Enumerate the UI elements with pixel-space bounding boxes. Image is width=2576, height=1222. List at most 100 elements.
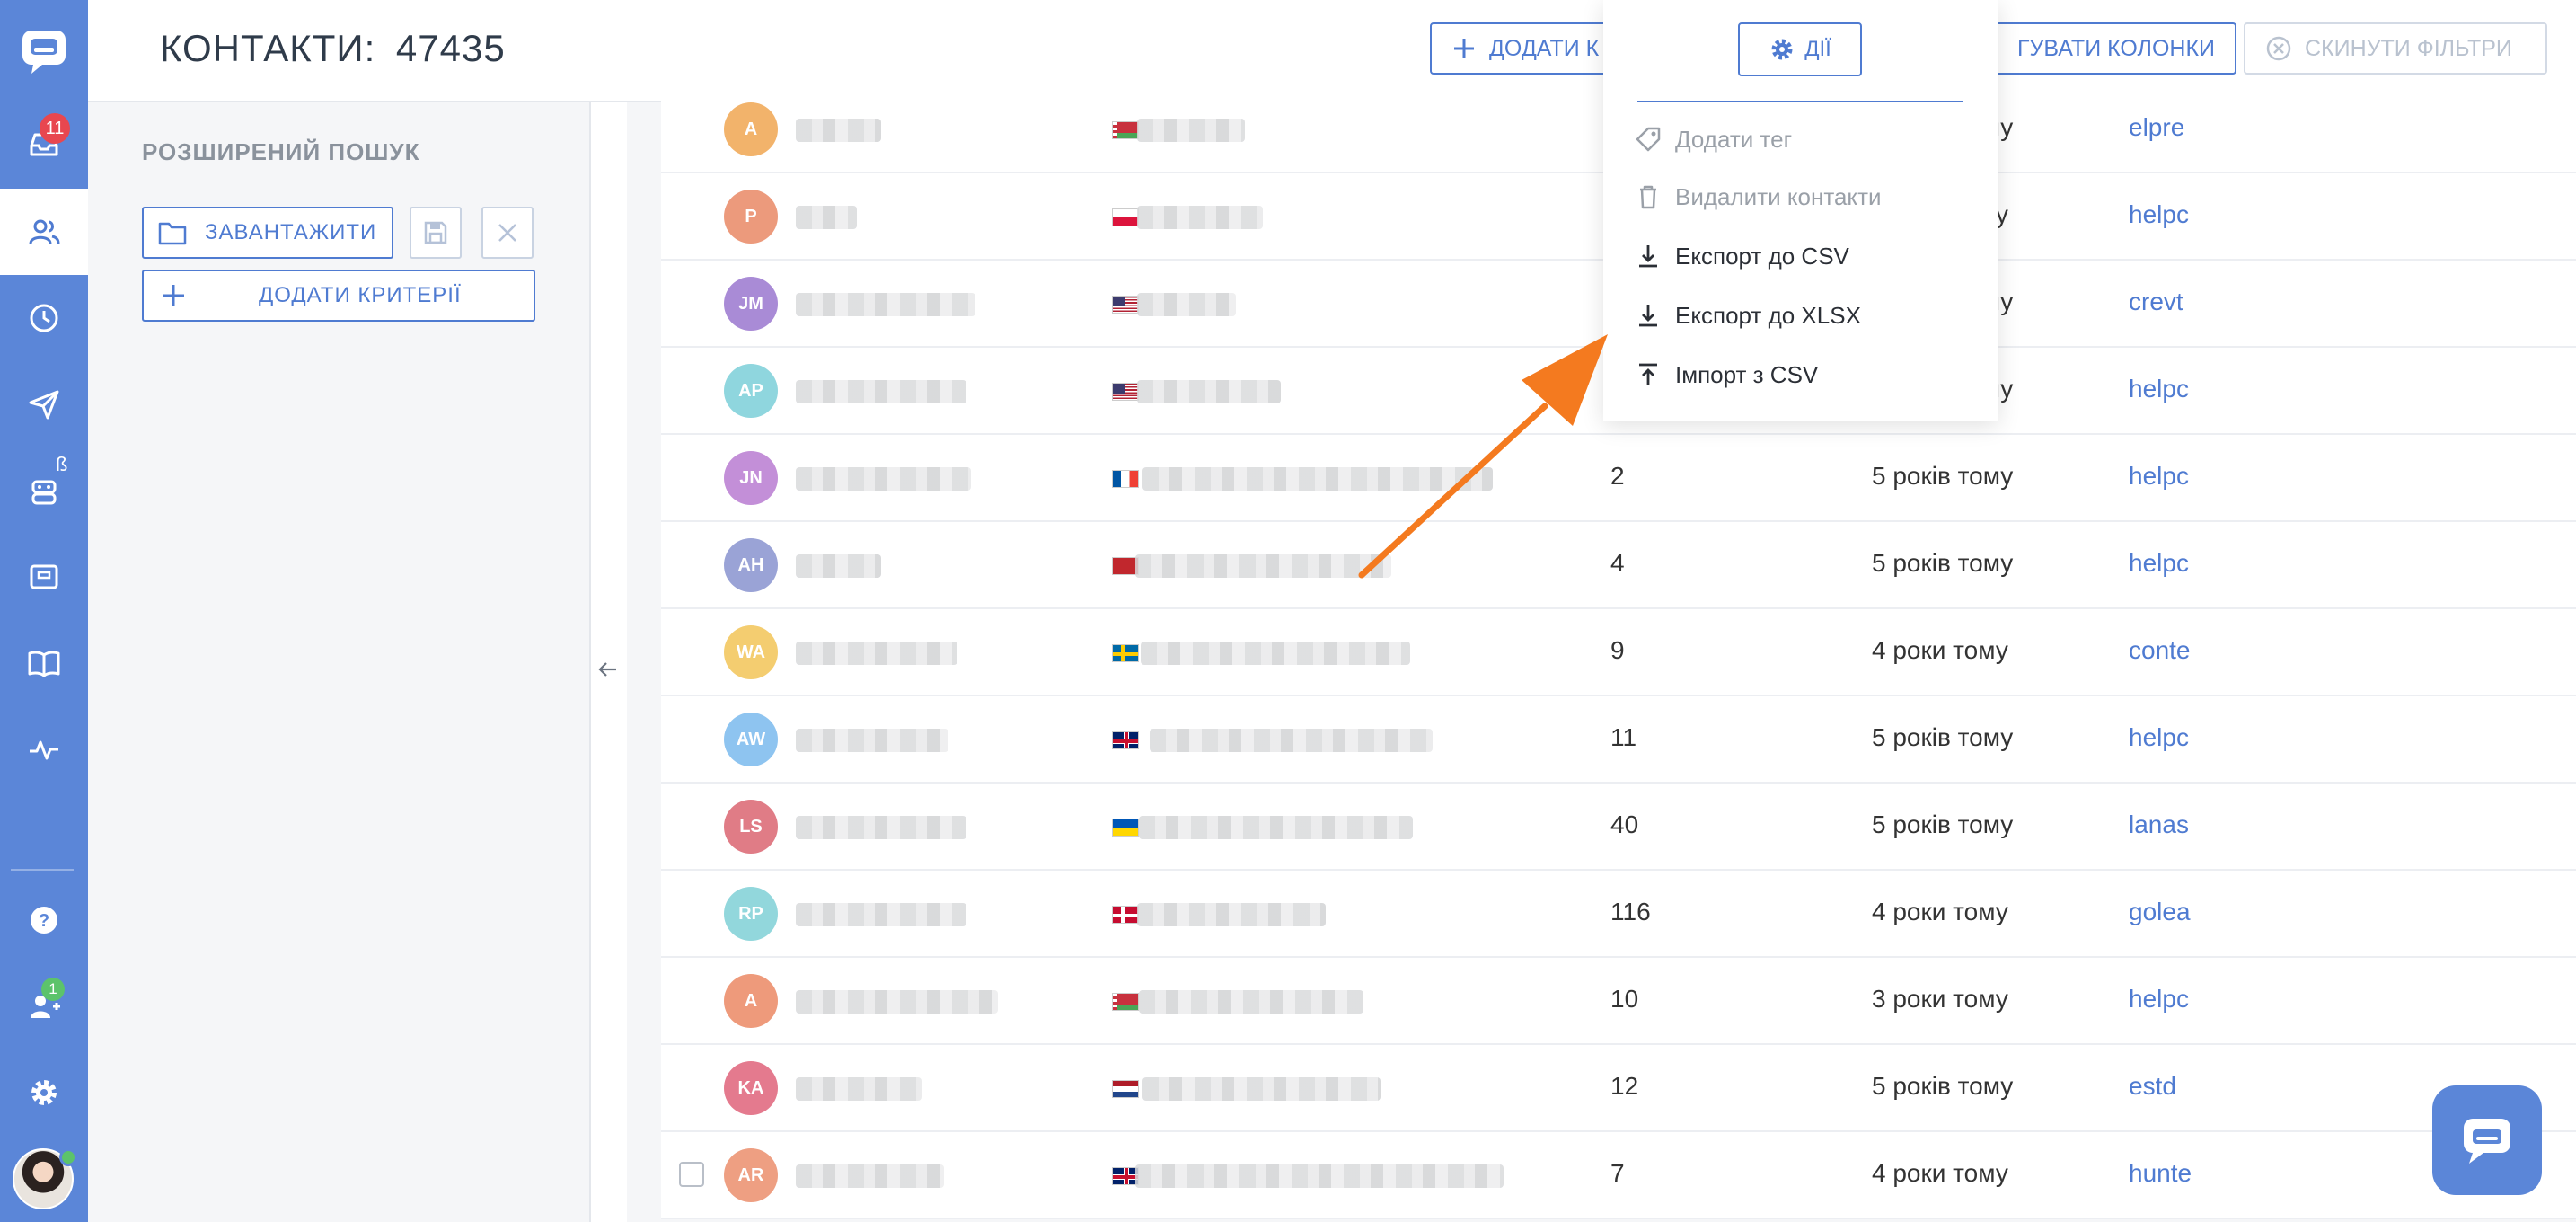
contact-info-redacted	[1137, 293, 1236, 316]
actions-label: ДІЇ	[1804, 37, 1831, 61]
menu-export-xlsx[interactable]: Експорт до XLSX	[1634, 293, 1861, 338]
last-activity: 4 роки тому	[1872, 1159, 2008, 1187]
chat-icon	[2464, 1119, 2510, 1164]
close-circle-icon	[2266, 36, 2291, 61]
menu-import-csv[interactable]: Імпорт з CSV	[1634, 352, 1818, 397]
nav-analytics[interactable]	[0, 706, 88, 793]
menu-delete-contacts-label: Видалити контакти	[1675, 182, 1882, 210]
contact-info-redacted	[1142, 1077, 1381, 1101]
country-flag-icon	[1112, 731, 1139, 749]
country-flag-icon	[1112, 470, 1139, 488]
nav-team[interactable]	[0, 963, 88, 1049]
table-row[interactable]: A 10 3 роки тому helpc	[661, 958, 2576, 1045]
contact-email-link[interactable]: helpc	[2129, 462, 2189, 491]
help-icon: ?	[31, 907, 57, 934]
contact-email-link[interactable]: golea	[2129, 898, 2191, 926]
save-filter-button[interactable]	[410, 207, 462, 259]
actions-button[interactable]: ДІЇ	[1738, 22, 1862, 76]
nav-broadcasts[interactable]	[0, 361, 88, 447]
table-row[interactable]: KA 12 5 років тому estd	[661, 1045, 2576, 1132]
load-filter-button[interactable]: ЗАВАНТАЖИТИ	[142, 207, 393, 259]
contact-email-link[interactable]: helpc	[2129, 723, 2189, 752]
contact-name-redacted[interactable]	[796, 467, 971, 491]
add-criteria-label: ДОДАТИ КРИТЕРІЇ	[259, 283, 462, 307]
last-activity: 5 років тому	[1872, 549, 2014, 577]
table-row[interactable]: WA 9 4 роки тому conte	[661, 609, 2576, 696]
contact-name-redacted[interactable]	[796, 1077, 922, 1101]
app-logo-icon[interactable]	[19, 25, 69, 75]
menu-delete-contacts[interactable]: Видалити контакти	[1634, 174, 1882, 219]
contact-name-redacted[interactable]	[796, 903, 966, 926]
inbox-badge: 11	[40, 113, 70, 144]
nav-history[interactable]	[0, 275, 88, 361]
contact-avatar: AW	[724, 713, 778, 766]
menu-add-tag-label: Додати тег	[1675, 125, 1793, 153]
nav-inbox[interactable]	[0, 101, 88, 187]
last-activity: 5 років тому	[1872, 810, 2014, 838]
table-row[interactable]: RP 116 4 роки тому golea	[661, 871, 2576, 958]
nav-bots[interactable]	[0, 447, 88, 534]
collapse-panel-arrow-icon[interactable]	[596, 656, 620, 683]
contact-email-link[interactable]: helpc	[2129, 375, 2189, 403]
nav-contacts[interactable]	[0, 189, 88, 275]
reset-filters-label: СКИНУТИ ФІЛЬТРИ	[2305, 35, 2512, 61]
table-row[interactable]: LS 40 5 років тому lanas	[661, 784, 2576, 871]
country-flag-icon	[1112, 906, 1139, 924]
contact-name-redacted[interactable]	[796, 816, 966, 839]
load-filter-label: ЗАВАНТАЖИТИ	[205, 220, 377, 244]
contact-email-link[interactable]: hunte	[2129, 1159, 2192, 1188]
nav-help[interactable]: ?	[0, 877, 88, 963]
chat-button[interactable]	[2432, 1085, 2542, 1195]
bot-icon	[31, 480, 57, 505]
contact-name-redacted[interactable]	[796, 990, 998, 1014]
contact-name-redacted[interactable]	[796, 1164, 944, 1188]
reset-filters-button[interactable]: СКИНУТИ ФІЛЬТРИ	[2244, 22, 2547, 75]
annotation-arrow-icon	[1358, 334, 1608, 579]
last-activity: 4 роки тому	[1872, 898, 2008, 925]
contact-name-redacted[interactable]	[796, 554, 881, 578]
contact-name-redacted[interactable]	[796, 119, 881, 142]
contact-email-link[interactable]: conte	[2129, 636, 2191, 665]
gear-icon	[1771, 39, 1793, 60]
configure-columns-button[interactable]: ГУВАТИ КОЛОНКИ	[1985, 22, 2236, 75]
last-activity: 5 років тому	[1872, 723, 2014, 751]
contact-email-link[interactable]: helpc	[2129, 985, 2189, 1014]
country-flag-icon	[1112, 121, 1139, 139]
advanced-search-panel: РОЗШИРЕНИЙ ПОШУК ЗАВАНТАЖИТИ ДОДАТИ КРИТ…	[88, 102, 591, 1222]
messages-count: 12	[1610, 1072, 1639, 1100]
clear-filter-button[interactable]	[481, 207, 534, 259]
nav-widgets[interactable]	[0, 534, 88, 620]
contact-avatar: JM	[724, 277, 778, 331]
online-status-dot	[59, 1148, 77, 1166]
contact-name-redacted[interactable]	[796, 729, 948, 752]
contact-email-link[interactable]: elpre	[2129, 113, 2184, 142]
contact-name-redacted[interactable]	[796, 293, 975, 316]
nav-knowledge-base[interactable]	[0, 620, 88, 706]
plus-icon	[163, 285, 184, 306]
add-criteria-button[interactable]: ДОДАТИ КРИТЕРІЇ	[142, 270, 535, 322]
page-title: КОНТАКТИ: 47435	[160, 27, 506, 70]
advanced-search-title: РОЗШИРЕНИЙ ПОШУК	[142, 138, 420, 165]
messages-count: 9	[1610, 636, 1625, 664]
row-checkbox[interactable]	[679, 1162, 704, 1187]
menu-export-csv[interactable]: Експорт до CSV	[1634, 234, 1849, 279]
contact-avatar: WA	[724, 625, 778, 679]
country-flag-icon	[1112, 383, 1139, 401]
table-row[interactable]: AW 11 5 років тому helpc	[661, 696, 2576, 784]
contact-name-redacted[interactable]	[796, 206, 857, 229]
contact-email-link[interactable]: crevt	[2129, 288, 2183, 316]
contact-name-redacted[interactable]	[796, 642, 957, 665]
contact-email-link[interactable]: helpc	[2129, 200, 2189, 229]
nav-settings[interactable]	[0, 1049, 88, 1136]
last-activity: 4 роки тому	[1872, 636, 2008, 664]
contact-email-link[interactable]: lanas	[2129, 810, 2189, 839]
trash-icon	[1640, 185, 1656, 209]
contact-email-link[interactable]: helpc	[2129, 549, 2189, 578]
contact-name-redacted[interactable]	[796, 380, 966, 403]
nav-divider	[11, 869, 74, 871]
table-row[interactable]: AR 7 4 роки тому hunte	[661, 1132, 2576, 1219]
configure-columns-label: ГУВАТИ КОЛОНКИ	[2016, 35, 2215, 61]
contact-avatar: A	[724, 974, 778, 1028]
menu-add-tag[interactable]: Додати тег	[1634, 117, 1792, 162]
contact-email-link[interactable]: estd	[2129, 1072, 2176, 1101]
